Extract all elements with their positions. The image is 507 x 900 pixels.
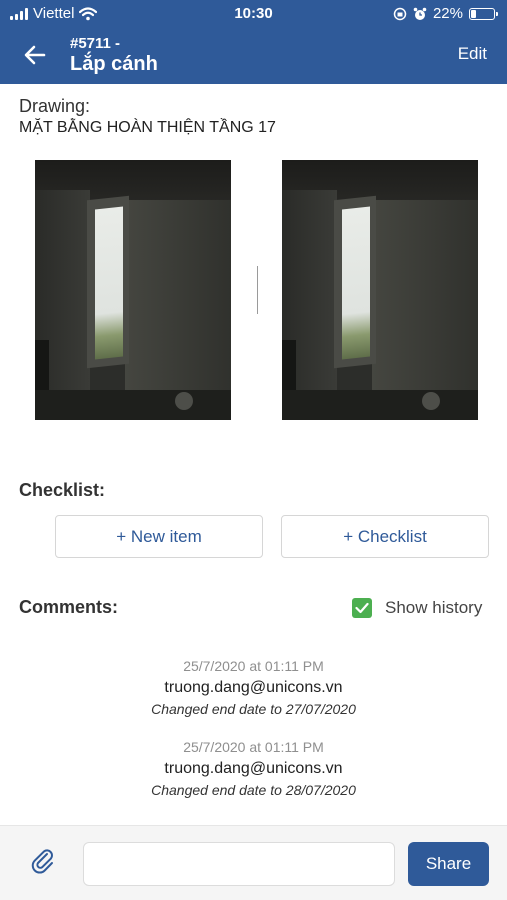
add-checklist-button[interactable]: + Checklist	[281, 515, 489, 558]
comment-message: Changed end date to 28/07/2020	[151, 782, 356, 798]
photo-window-glass	[95, 206, 123, 360]
photo-1[interactable]	[35, 160, 231, 420]
drawing-name: MẶT BẰNG HOÀN THIỆN TẦNG 17	[19, 119, 276, 136]
page-title: Lắp cánh	[70, 53, 158, 75]
show-history-toggle[interactable]: Show history	[352, 598, 482, 618]
checklist-label: Checklist:	[19, 480, 106, 500]
photo-outlet	[422, 392, 440, 410]
show-history-checkbox[interactable]	[352, 598, 372, 618]
show-history-label: Show history	[385, 598, 483, 617]
attach-button[interactable]	[29, 847, 57, 875]
battery-fill	[471, 9, 476, 18]
photo-outlet	[175, 392, 193, 410]
back-arrow-icon	[24, 45, 46, 65]
drawing-label: Drawing:	[19, 96, 91, 116]
photo-floor	[282, 390, 478, 420]
alarm-icon	[413, 7, 427, 20]
comment-user: truong.dang@unicons.vn	[164, 760, 343, 777]
edit-button[interactable]: Edit	[458, 44, 487, 64]
paperclip-icon	[31, 849, 53, 874]
photo-floor	[35, 390, 231, 420]
comment-message: Changed end date to 27/07/2020	[151, 701, 356, 717]
back-button[interactable]	[20, 40, 50, 70]
status-bar: Viettel 10:30 22%	[0, 0, 507, 28]
task-code: #5711 -	[70, 35, 121, 52]
comments-label: Comments:	[19, 597, 119, 617]
photo-wall-right	[125, 200, 231, 420]
comment-item: 25/7/2020 at 01:11 PM truong.dang@unicon…	[0, 658, 507, 717]
status-right: 22%	[393, 5, 498, 22]
photo-window-glass	[342, 206, 370, 360]
app-header: Viettel 10:30 22% #5711 - Lắp cánh Edit	[0, 0, 507, 84]
share-button[interactable]: Share	[408, 842, 489, 886]
comment-input[interactable]	[83, 842, 395, 886]
photo-divider	[257, 266, 258, 314]
comment-date: 25/7/2020 at 01:11 PM	[183, 739, 324, 755]
screen-lock-icon	[393, 7, 407, 20]
battery-percent: 22%	[432, 5, 463, 22]
comment-composer: Share	[0, 825, 507, 900]
checkmark-icon	[355, 602, 369, 614]
comment-date: 25/7/2020 at 01:11 PM	[183, 658, 324, 674]
comment-item: 25/7/2020 at 01:11 PM truong.dang@unicon…	[0, 739, 507, 798]
photo-dark-panel	[282, 340, 296, 390]
photo-2[interactable]	[282, 160, 478, 420]
new-item-button[interactable]: + New item	[55, 515, 263, 558]
battery-icon	[469, 7, 498, 20]
photo-dark-panel	[35, 340, 49, 390]
nav-bar: #5711 - Lắp cánh Edit	[0, 28, 507, 84]
comment-user: truong.dang@unicons.vn	[164, 679, 343, 696]
photo-wall-right	[372, 200, 478, 420]
